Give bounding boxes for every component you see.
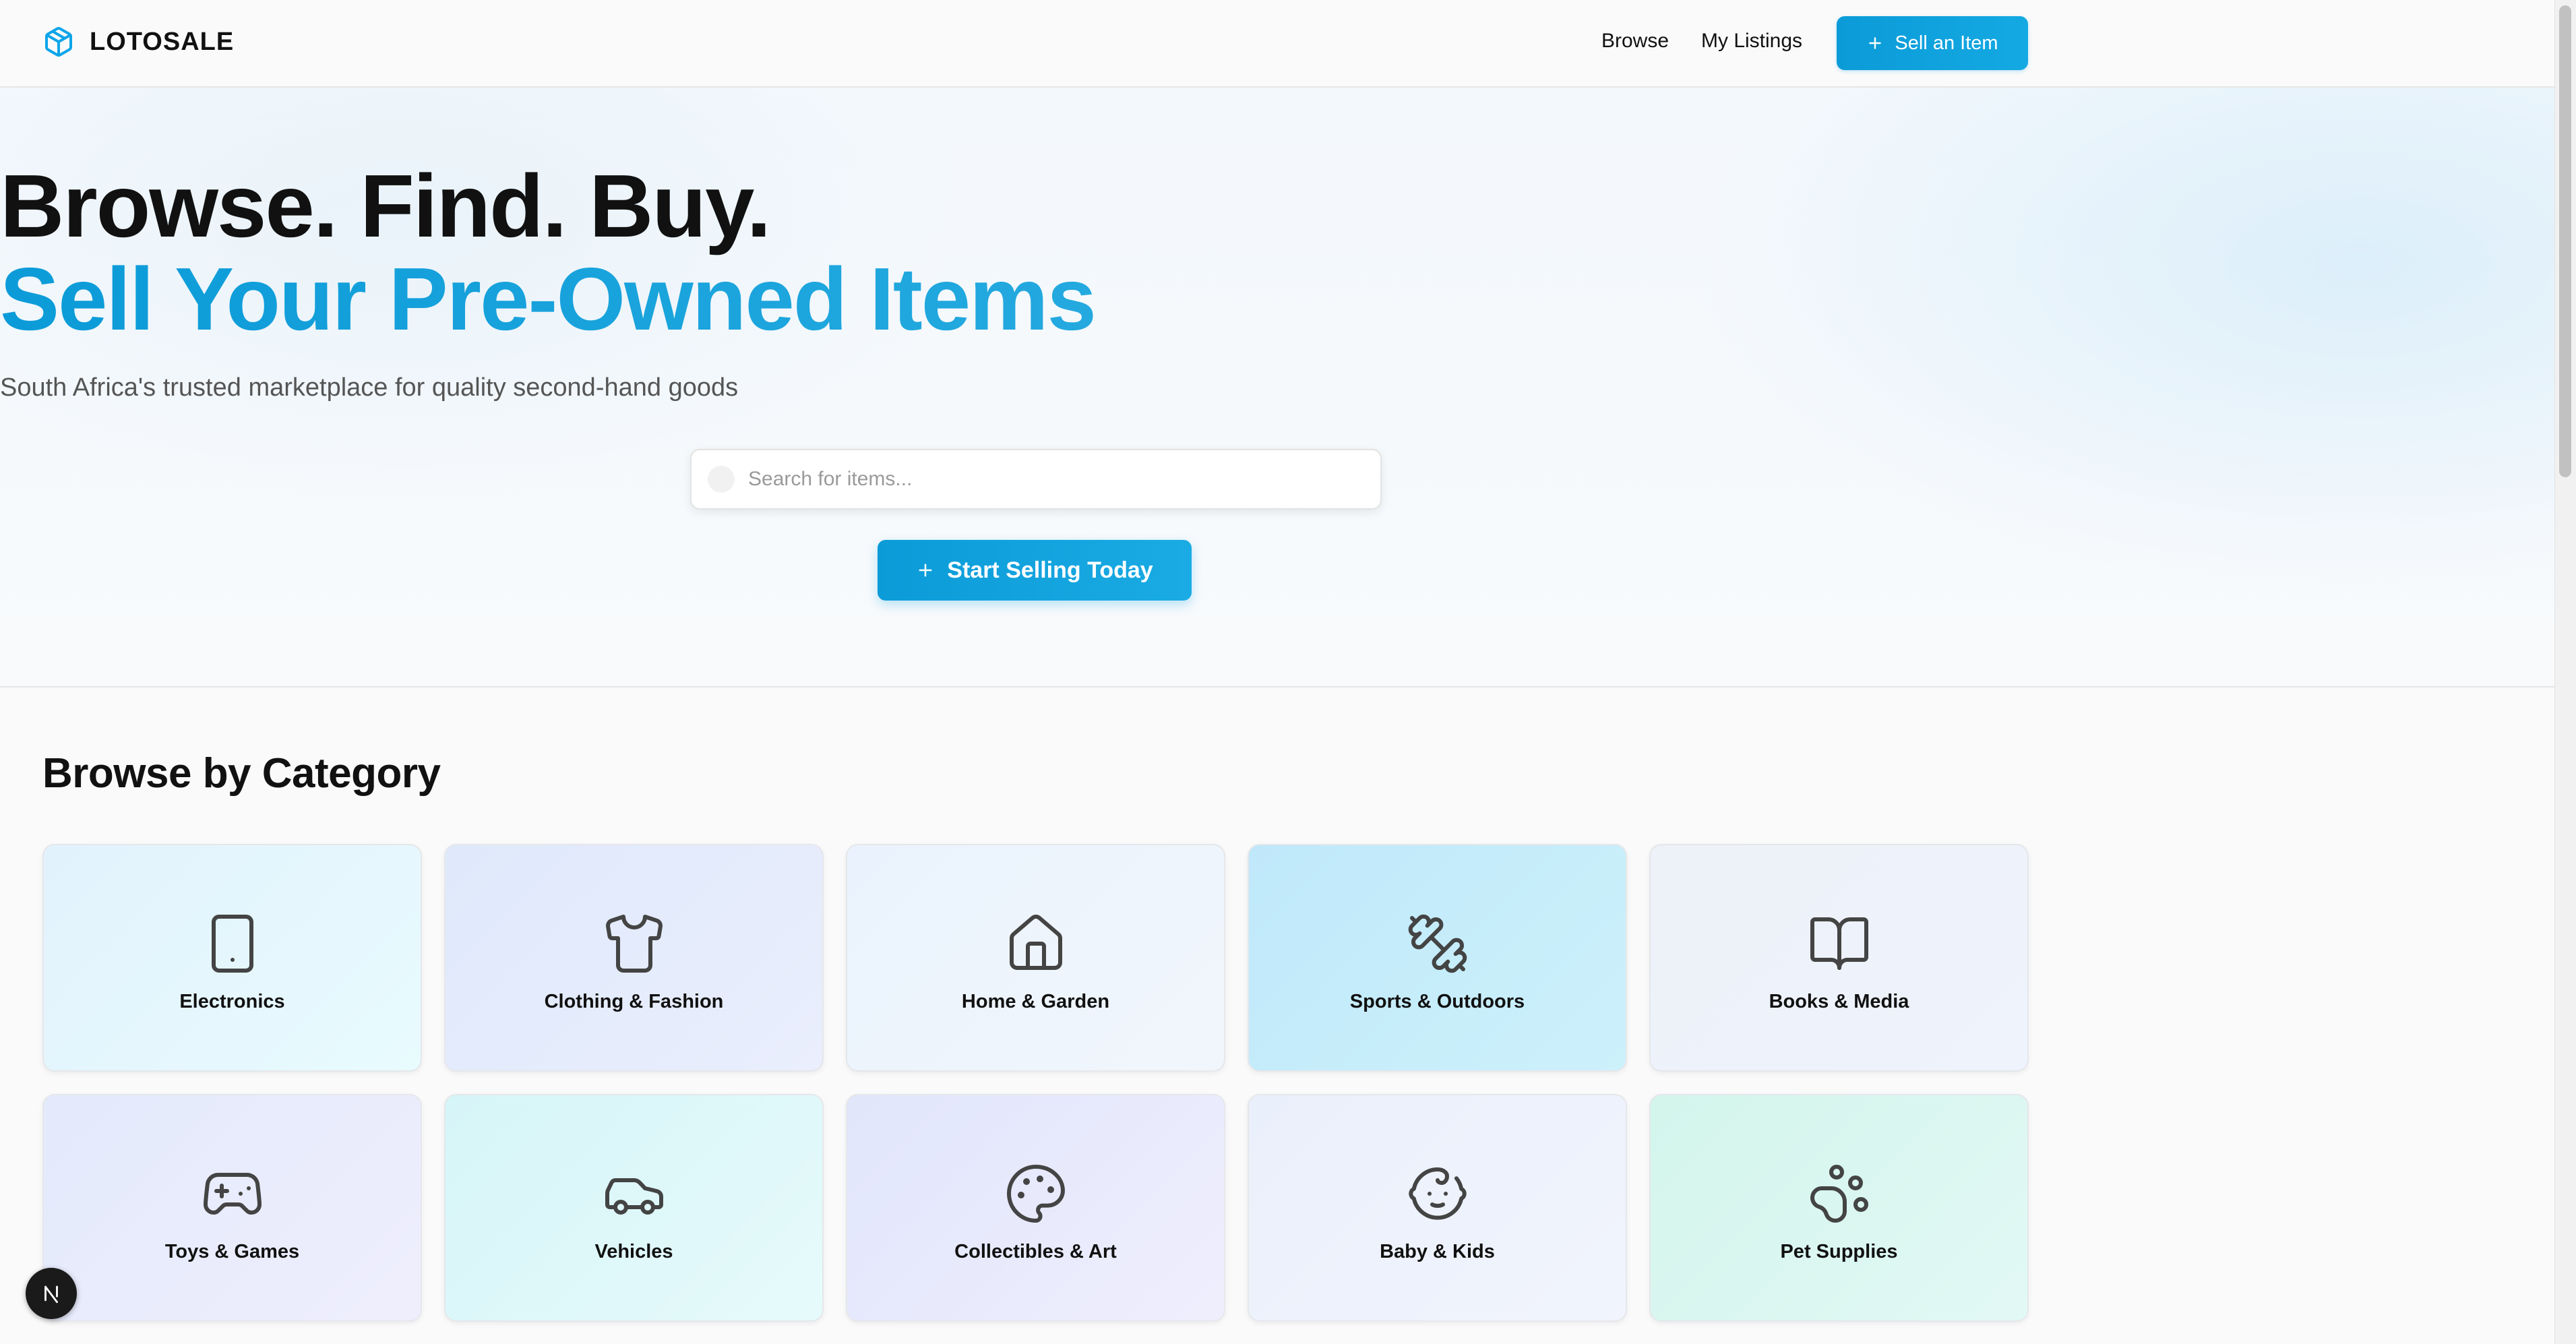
- category-label: Books & Media: [1769, 990, 1909, 1012]
- category-label: Pet Supplies: [1780, 1240, 1898, 1262]
- tablet-icon: [211, 914, 253, 973]
- shirt-icon: [605, 914, 663, 973]
- gamepad-icon: [203, 1172, 262, 1215]
- hero-title-line1: Browse. Find. Buy.: [0, 156, 771, 255]
- book-open-icon: [1810, 917, 1868, 970]
- search-icon: [708, 466, 735, 493]
- category-card-baby-kids[interactable]: Baby & Kids: [1248, 1094, 1627, 1322]
- category-label: Collectibles & Art: [954, 1240, 1117, 1262]
- nav-browse-link[interactable]: Browse: [1601, 30, 1669, 53]
- category-label: Home & Garden: [961, 990, 1110, 1012]
- search-input[interactable]: [747, 467, 1356, 491]
- category-label: Electronics: [179, 990, 285, 1012]
- plus-icon: [919, 563, 932, 577]
- category-card-clothing-fashion[interactable]: Clothing & Fashion: [444, 844, 824, 1072]
- scrollbar-thumb[interactable]: [2559, 5, 2571, 477]
- sell-item-label: Sell an Item: [1895, 32, 1998, 54]
- top-navbar: LOTOSALE Browse My Listings Sell an Item: [0, 0, 2554, 88]
- category-label: Sports & Outdoors: [1349, 990, 1525, 1012]
- category-card-electronics[interactable]: Electronics: [42, 844, 422, 1072]
- nav-my-listings-link[interactable]: My Listings: [1701, 30, 1802, 53]
- search-bar[interactable]: [690, 449, 1382, 510]
- hero-title-line2: Sell Your Pre-Owned Items: [0, 255, 2069, 344]
- nextjs-dev-badge[interactable]: [26, 1268, 77, 1319]
- category-label: Vehicles: [594, 1240, 673, 1262]
- hero-subtitle: South Africa's trusted marketplace for q…: [0, 373, 739, 402]
- category-label: Clothing & Fashion: [544, 990, 724, 1012]
- start-selling-label: Start Selling Today: [947, 557, 1153, 583]
- paw-icon: [1810, 1164, 1868, 1223]
- hero-section: Browse. Find. Buy. Sell Your Pre-Owned I…: [0, 88, 2554, 688]
- plus-icon: [1869, 37, 1882, 49]
- category-label: Baby & Kids: [1380, 1240, 1495, 1262]
- brand[interactable]: LOTOSALE: [42, 26, 234, 58]
- category-label: Toys & Games: [164, 1240, 300, 1262]
- category-card-pet-supplies[interactable]: Pet Supplies: [1649, 1094, 2029, 1322]
- house-icon: [1009, 914, 1062, 970]
- palette-icon: [1006, 1164, 1065, 1223]
- start-selling-button[interactable]: Start Selling Today: [878, 540, 1192, 601]
- package-icon: [42, 26, 75, 58]
- category-card-collectibles-art[interactable]: Collectibles & Art: [846, 1094, 1225, 1322]
- category-card-vehicles[interactable]: Vehicles: [444, 1094, 824, 1322]
- category-grid: Electronics Clothing & Fashion Home & Ga…: [42, 844, 2029, 1322]
- nextjs-logo-icon: [44, 1285, 58, 1304]
- category-card-toys-games[interactable]: Toys & Games: [42, 1094, 422, 1322]
- baby-icon: [1408, 1167, 1467, 1220]
- category-card-sports-outdoors[interactable]: Sports & Outdoors: [1248, 844, 1627, 1072]
- section-title-categories: Browse by Category: [42, 750, 441, 797]
- category-card-books-media[interactable]: Books & Media: [1649, 844, 2029, 1072]
- dumbbell-icon: [1408, 914, 1467, 973]
- car-icon: [605, 1178, 663, 1215]
- category-card-home-garden[interactable]: Home & Garden: [846, 844, 1225, 1072]
- brand-name: LOTOSALE: [90, 27, 235, 56]
- sell-item-button[interactable]: Sell an Item: [1837, 16, 2028, 70]
